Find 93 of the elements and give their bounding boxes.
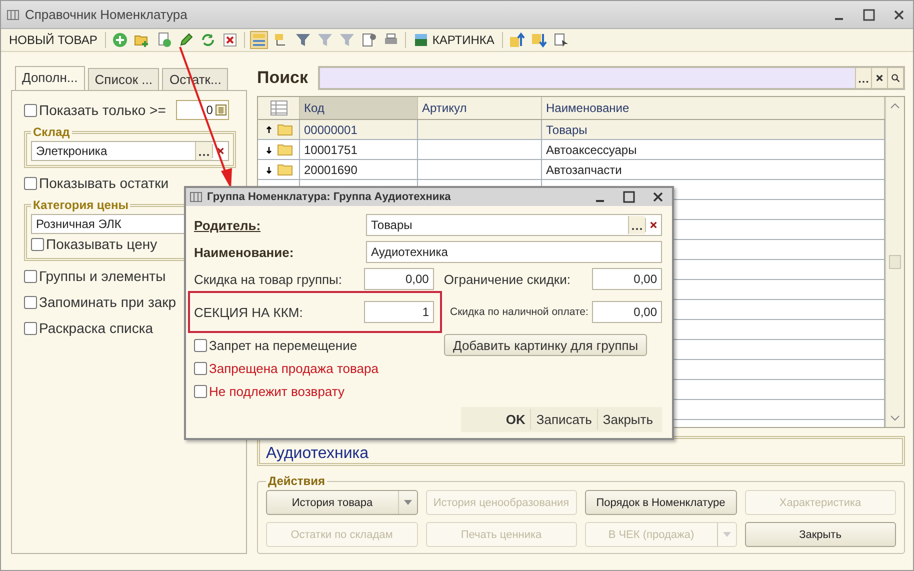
folder-icon: [276, 163, 292, 176]
tab[interactable]: Дополн...: [15, 66, 85, 90]
dialog-button[interactable]: Закрыть: [596, 409, 658, 430]
search-icon[interactable]: [887, 68, 903, 88]
group-title: Категория цены: [32, 198, 130, 212]
search-label: Поиск: [257, 68, 308, 88]
add-icon[interactable]: [112, 32, 128, 48]
section-field[interactable]: 1: [364, 301, 434, 323]
table-row[interactable]: 20001690 Автозапчасти: [258, 160, 885, 180]
tab[interactable]: Список ...: [88, 68, 160, 90]
maximize-icon[interactable]: [863, 8, 875, 20]
select-icon[interactable]: [855, 68, 871, 88]
field-label: Ограничение скидки:: [444, 272, 572, 286]
column-header[interactable]: Код: [300, 97, 418, 119]
checkbox[interactable]: [24, 176, 37, 190]
scrollbar[interactable]: [885, 97, 904, 428]
copy-icon[interactable]: [156, 32, 172, 48]
down-arrow-icon[interactable]: [531, 32, 548, 48]
dialog-title: Группа Номенклатура: Группа Аудиотехника: [207, 191, 451, 203]
clear-icon[interactable]: [871, 68, 887, 88]
number-field[interactable]: 0: [176, 100, 229, 120]
group-title: Склад: [32, 125, 71, 139]
expand-icon[interactable]: [264, 126, 272, 134]
action-button[interactable]: История товара: [266, 490, 418, 515]
pencil-icon[interactable]: [178, 32, 194, 48]
checkbox-label: Запрещена продажа товара: [209, 360, 378, 376]
table-cell: 20001690: [300, 160, 418, 179]
table-cell: 10001751: [300, 140, 418, 159]
folder-icon: [276, 123, 292, 136]
action-button[interactable]: Порядок в Номенклатуре: [585, 490, 736, 515]
list-icon[interactable]: [251, 32, 268, 48]
picture-button[interactable]: КАРТИНКА: [412, 33, 496, 47]
name-field[interactable]: Аудиотехника: [366, 241, 662, 263]
expand-icon[interactable]: [264, 146, 272, 154]
field-label: Наименование:: [194, 244, 295, 260]
table-row[interactable]: 10001751 Автоаксессуары: [258, 140, 885, 160]
checkbox[interactable]: [24, 296, 37, 308]
folder-icon: [276, 143, 292, 156]
scroll-up-icon[interactable]: [890, 103, 900, 109]
image-icon: [414, 33, 428, 47]
checkbox-label: Раскраска списка: [39, 320, 154, 336]
table-row[interactable]: 00000001 Товары: [258, 120, 885, 140]
checkbox-label: Запоминать при закр: [39, 294, 176, 310]
checkbox-label: Не подлежит возврату: [209, 384, 344, 398]
column-header[interactable]: Артикул: [418, 97, 542, 119]
add-picture-button[interactable]: Добавить картинку для группы: [444, 334, 648, 356]
checkbox[interactable]: [194, 384, 207, 398]
checkbox-label: Группы и элементы: [39, 268, 166, 284]
scroll-down-icon[interactable]: [890, 415, 900, 422]
field-label: Скидка на товар группы:: [194, 272, 343, 286]
window-title: Справочник Номенклатура: [25, 7, 188, 22]
select-icon[interactable]: [628, 216, 645, 234]
expand-icon[interactable]: [264, 166, 272, 174]
field-label: Скидка по наличной оплате:: [450, 306, 590, 318]
delete-icon[interactable]: [222, 32, 238, 48]
checkbox[interactable]: [31, 238, 44, 250]
select-icon[interactable]: [195, 142, 212, 160]
table-icon: [7, 8, 19, 20]
calculator-icon: [214, 104, 227, 116]
field-label: СЕКЦИЯ НА ККМ:: [194, 304, 304, 320]
select-icon[interactable]: [553, 32, 570, 48]
checkbox-label: Показать только >=: [39, 102, 166, 118]
checkbox[interactable]: [194, 362, 207, 374]
warehouse-field[interactable]: Элеткроника: [31, 141, 229, 161]
dialog-button[interactable]: Записать: [530, 409, 597, 430]
close-icon[interactable]: [893, 8, 905, 20]
up-arrow-icon[interactable]: [509, 32, 526, 48]
close-icon[interactable]: [652, 191, 664, 203]
checkbox-label: Показывать цену: [46, 236, 158, 252]
search-field[interactable]: [318, 66, 905, 90]
table-icon: [190, 191, 202, 203]
settings-icon[interactable]: [361, 32, 378, 48]
checkbox-label: Запрет на перемещение: [209, 338, 358, 352]
scroll-thumb[interactable]: [889, 255, 901, 270]
dropdown-icon[interactable]: [404, 500, 412, 505]
filter-icon[interactable]: [295, 32, 312, 48]
checkbox[interactable]: [194, 338, 207, 352]
group-title: Действия: [267, 474, 326, 488]
parent-field[interactable]: Товары: [366, 214, 662, 236]
checkbox[interactable]: [24, 104, 37, 116]
checkbox[interactable]: [24, 322, 37, 334]
checkbox[interactable]: [24, 270, 37, 282]
maximize-icon[interactable]: [623, 191, 635, 203]
checkbox-label: Показывать остатки: [39, 175, 169, 191]
discount-limit-field[interactable]: 0,00: [592, 268, 662, 290]
table-cell: 00000001: [300, 120, 418, 139]
discount-field[interactable]: 0,00: [364, 268, 434, 290]
new-item-button[interactable]: НОВЫЙ ТОВАР: [7, 33, 100, 47]
action-button[interactable]: Закрыть: [744, 522, 896, 547]
dialog-button[interactable]: OK: [500, 409, 530, 430]
cash-discount-field[interactable]: 0,00: [592, 301, 662, 323]
refresh-icon[interactable]: [200, 32, 216, 48]
table-settings-icon[interactable]: [270, 100, 288, 116]
